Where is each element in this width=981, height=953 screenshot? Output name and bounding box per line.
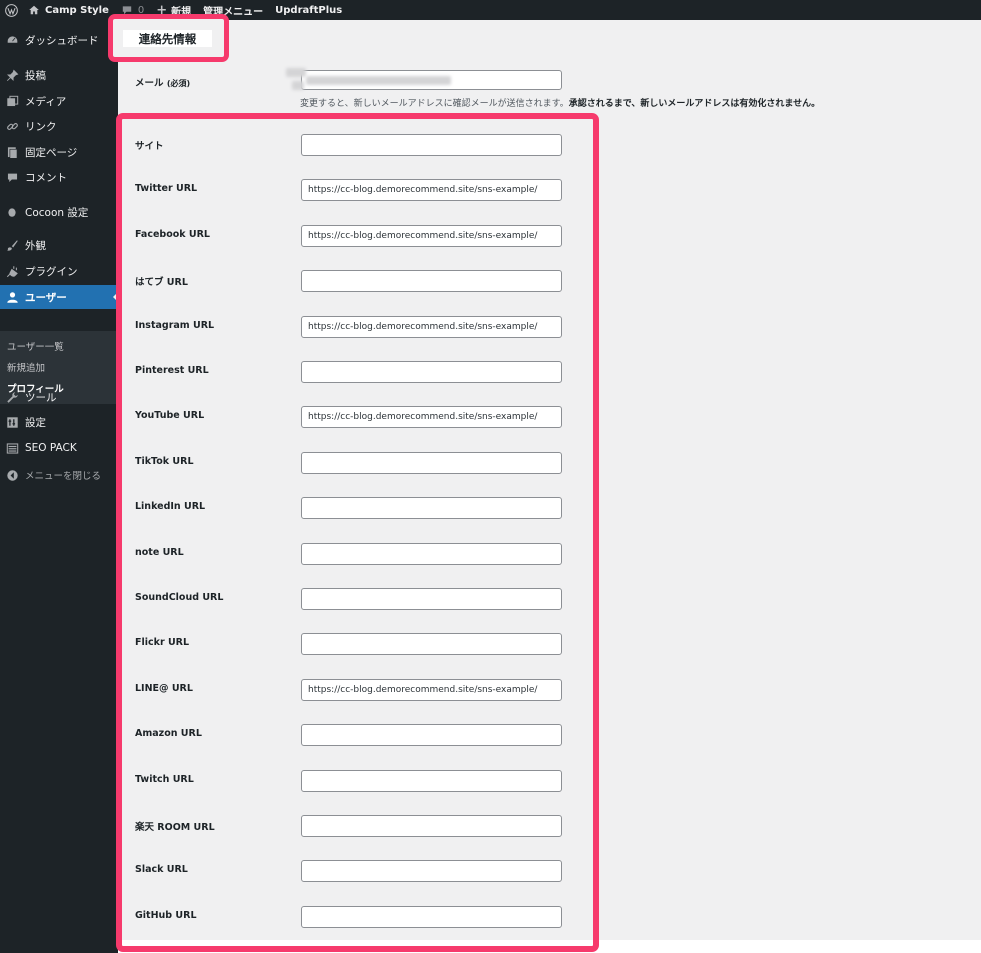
sidebar-item-label: 外観 (25, 239, 46, 252)
sidebar-item-label: リンク (25, 120, 57, 133)
brush-icon (5, 238, 19, 252)
sidebar-item-dashboard[interactable]: ダッシュボード (0, 28, 118, 52)
site-name-link[interactable]: Camp Style (22, 0, 115, 20)
email-redacted-value (292, 81, 304, 90)
user-icon (5, 290, 19, 304)
email-description: 変更すると、新しいメールアドレスに確認メールが送信されます。承認されるまで、新し… (300, 96, 820, 109)
settings-icon (5, 415, 19, 429)
updraftplus-link[interactable]: UpdraftPlus (269, 0, 348, 20)
sidebar-item-users[interactable]: ユーザー (0, 285, 118, 309)
plugin-icon (5, 264, 19, 278)
sidebar-item-label: メディア (25, 95, 67, 108)
submenu-item-add-new[interactable]: 新規追加 (7, 360, 45, 374)
collapse-icon (5, 468, 19, 482)
sidebar-item-label: ダッシュボード (25, 34, 99, 47)
sidebar-item-settings[interactable]: 設定 (0, 410, 118, 434)
email-label-text: メール (135, 78, 164, 89)
sidebar-item-label: プラグイン (25, 265, 78, 278)
wordpress-icon (5, 3, 18, 17)
media-icon (5, 94, 19, 108)
page-icon (5, 145, 19, 159)
cocoon-icon (5, 205, 19, 219)
sidebar-item-posts[interactable]: 投稿 (0, 63, 118, 87)
collapse-menu-button[interactable]: メニューを閉じる (0, 463, 118, 487)
wrench-icon (5, 390, 19, 404)
sidebar-item-label: ユーザー (25, 291, 67, 304)
sidebar-item-label: コメント (25, 171, 67, 184)
sidebar-item-seo-pack[interactable]: SEO PACK (0, 436, 118, 460)
sidebar-item-label: 固定ページ (25, 146, 78, 159)
list-icon (5, 441, 19, 455)
pin-icon (5, 68, 19, 82)
section-heading: 連絡先情報 (123, 30, 212, 47)
email-redacted-value (306, 76, 451, 85)
comment-icon (5, 170, 19, 184)
site-name: Camp Style (45, 4, 109, 16)
wp-logo-button[interactable] (0, 0, 22, 20)
sidebar-item-cocoon-settings[interactable]: Cocoon 設定 (0, 200, 118, 224)
contact-fields-highlight (116, 113, 599, 952)
sidebar-item-comments[interactable]: コメント (0, 165, 118, 189)
email-description-normal: 変更すると、新しいメールアドレスに確認メールが送信されます。 (300, 99, 569, 109)
sidebar-item-tools[interactable]: ツール (0, 385, 118, 409)
sidebar-item-label: 設定 (25, 416, 46, 429)
email-required-text: (必須) (166, 79, 191, 88)
admin-sidebar: ダッシュボード 投稿 メディア リンク 固定ページ コメント Cocoon 設定… (0, 20, 118, 953)
sidebar-item-label: Cocoon 設定 (25, 206, 89, 219)
sidebar-item-pages[interactable]: 固定ページ (0, 140, 118, 164)
sidebar-item-label: 投稿 (25, 69, 46, 82)
email-redacted-value (286, 68, 306, 77)
dashboard-icon (5, 33, 19, 47)
sidebar-item-label: ツール (25, 391, 57, 404)
sidebar-item-links[interactable]: リンク (0, 114, 118, 138)
sidebar-item-media[interactable]: メディア (0, 89, 118, 113)
sidebar-item-label: メニューを閉じる (25, 471, 102, 482)
updraftplus-label: UpdraftPlus (275, 4, 343, 16)
email-label: メール (必須) (135, 75, 190, 89)
link-icon (5, 119, 19, 133)
email-description-bold: 承認されるまで、新しいメールアドレスは有効化されません。 (568, 99, 821, 109)
sidebar-item-label: SEO PACK (25, 442, 77, 454)
sidebar-item-plugins[interactable]: プラグイン (0, 259, 118, 283)
submenu-item-all-users[interactable]: ユーザー一覧 (7, 339, 64, 353)
sidebar-item-appearance[interactable]: 外観 (0, 233, 118, 257)
home-icon (29, 5, 39, 15)
